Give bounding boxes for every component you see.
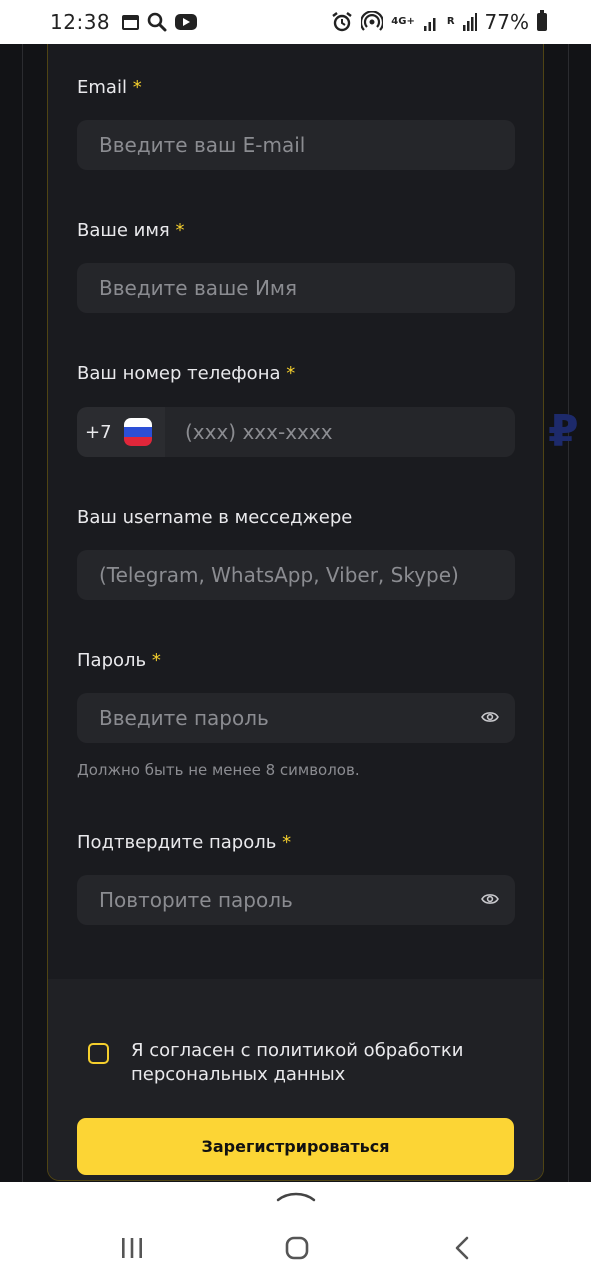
email-label: Email * [77, 77, 142, 98]
password-label: Пароль * [77, 650, 161, 671]
network-type: 4G+ [391, 16, 415, 27]
password-hint: Должно быть не менее 8 символов. [77, 761, 360, 779]
battery-percent: 77% [484, 10, 529, 34]
russia-flag-icon [123, 418, 152, 446]
consent-text: Я согласен с политикой обработки персона… [131, 1040, 464, 1085]
username-field[interactable]: (Telegram, WhatsApp, Viber, Skype) [77, 550, 515, 600]
roaming-indicator: R [446, 16, 455, 27]
left-divider [22, 44, 23, 1182]
confirm-password-label: Подтвердите пароль * [77, 832, 292, 853]
app-screen: ₽ Email * Введите ваш E-mail Ваше имя * … [0, 44, 591, 1182]
youtube-icon [175, 14, 198, 30]
status-bar: 12:38 4G+ R 77% [0, 0, 591, 44]
email-field[interactable]: Введите ваш E-mail [77, 120, 515, 170]
eye-icon[interactable] [481, 892, 499, 906]
email-placeholder: Введите ваш E-mail [99, 133, 306, 157]
registration-card: Email * Введите ваш E-mail Ваше имя * Вв… [47, 44, 544, 1181]
register-button[interactable]: Зарегистрироваться [77, 1118, 514, 1175]
confirm-password-placeholder: Повторите пароль [99, 888, 293, 912]
search-icon [147, 12, 167, 32]
name-placeholder: Введите ваше Имя [99, 276, 298, 300]
hotspot-icon [361, 11, 384, 31]
system-navigation-bar [0, 1182, 591, 1280]
password-field[interactable]: Введите пароль [77, 693, 515, 743]
name-field[interactable]: Введите ваше Имя [77, 263, 515, 313]
eye-icon[interactable] [481, 710, 499, 724]
consent-checkbox[interactable] [88, 1043, 109, 1064]
confirm-password-field[interactable]: Повторите пароль [77, 875, 515, 925]
recent-apps-icon[interactable] [120, 1237, 144, 1259]
signal-roaming-icon [462, 13, 477, 31]
alarm-icon [332, 12, 353, 32]
password-placeholder: Введите пароль [99, 706, 269, 730]
calendar-icon [122, 14, 140, 30]
country-code-selector[interactable]: +7 [77, 407, 165, 457]
home-icon[interactable] [285, 1236, 309, 1260]
username-label: Ваш username в месседжере [77, 507, 353, 528]
back-icon[interactable] [454, 1236, 470, 1260]
phone-label: Ваш номер телефона * [77, 363, 296, 384]
phone-field[interactable]: (xxx) xxx-xxxx [165, 407, 515, 457]
battery-icon [537, 10, 547, 31]
country-code: +7 [85, 421, 112, 443]
clock: 12:38 [50, 10, 111, 34]
right-divider [568, 44, 569, 1182]
background-ruble-icon: ₽ [548, 406, 579, 457]
signal-icon [423, 18, 436, 31]
name-label: Ваше имя * [77, 220, 185, 241]
phone-placeholder: (xxx) xxx-xxxx [185, 420, 333, 444]
chevron-up-icon[interactable] [276, 1190, 316, 1202]
username-placeholder: (Telegram, WhatsApp, Viber, Skype) [99, 563, 459, 587]
